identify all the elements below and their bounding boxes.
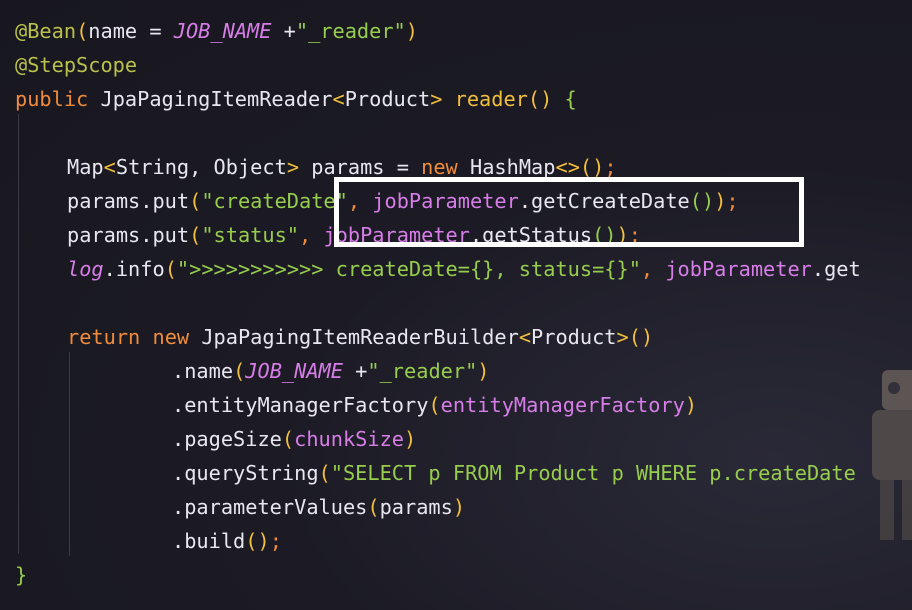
indent-guide [18,114,19,554]
product-type: Product [344,87,431,111]
angle-bracket: > [616,325,629,349]
code-line-2: @StepScope [15,48,137,82]
status-key: "status" [201,223,300,247]
params-put-call: params.put [67,223,190,247]
stepscope-annotation: @StepScope [15,53,138,77]
paren: ( [367,495,380,519]
params-argument: params [379,495,453,519]
builder-type: JpaPagingItemReaderBuilder [201,325,519,349]
paren: ( [233,359,246,383]
semicolon: ; [269,529,282,553]
diamond-operator: <> [555,155,580,179]
code-line-10: return new JpaPagingItemReaderBuilder<Pr… [67,320,653,354]
indent-guide [69,352,70,556]
string-type: String [115,155,190,179]
plus-operator: + [271,19,296,43]
reader-suffix-string: "_reader" [367,359,478,383]
hashmap-type: HashMap [470,155,556,179]
bean-name-arg: name = [88,19,174,43]
paren: () [245,529,270,553]
paren: () [579,155,605,179]
public-keyword: public [15,87,89,111]
paren: ( [76,19,89,43]
query-string-call: .queryString [172,461,319,485]
highlight-box [334,177,804,247]
new-keyword: new [421,155,458,179]
job-parameter-ref: jobParameter [665,257,812,281]
reader-method-name: reader [454,87,528,111]
comma: , [189,155,214,179]
info-call: .info [103,257,165,281]
paren: ) [684,393,698,417]
angle-bracket: < [332,87,345,111]
open-brace: { [564,87,577,111]
parameter-values-call: .parameterValues [172,495,368,519]
code-line-11: .name(JOB_NAME +"_reader") [172,354,490,388]
angle-bracket: > [430,87,443,111]
code-line-16: .build(); [172,524,282,558]
close-brace: } [15,563,28,587]
build-call: .build [172,529,246,553]
new-keyword: new [152,325,190,349]
query-string-literal: "SELECT p FROM Product p WHERE p.createD… [330,461,856,485]
angle-bracket: < [103,155,116,179]
paren: ( [189,223,202,247]
object-type: Object [213,155,287,179]
code-line-13: .pageSize(chunkSize) [172,422,416,456]
paren: ( [281,427,295,451]
paren: ) [405,19,418,43]
get-truncated-call: .get [811,257,861,281]
paren: () [527,87,553,111]
log-variable: log [67,257,104,281]
comma: , [299,223,324,247]
code-line-14: .queryString("SELECT p FROM Product p WH… [172,456,856,490]
semicolon: ; [604,155,617,179]
paren: ( [164,257,177,281]
code-line-15: .parameterValues(params) [172,490,465,524]
code-editor[interactable]: @Bean(name = JOB_NAME +"_reader") @StepS… [0,0,912,610]
params-put-call: params.put [67,189,190,213]
paren: ) [452,495,466,519]
chunk-size-ref: chunkSize [294,427,405,451]
product-type: Product [531,325,617,349]
create-date-key: "createDate" [201,189,348,213]
paren: ) [404,427,417,451]
emf-call: .entityManagerFactory [172,393,429,417]
reader-type: JpaPagingItemReader [100,87,333,111]
reader-suffix-string: "_reader" [295,19,406,43]
code-line-1: @Bean(name = JOB_NAME +"_reader") [15,14,418,48]
map-type: Map [67,155,104,179]
plus-operator: + [342,359,368,383]
name-call: .name [172,359,234,383]
log-message-string: ">>>>>>>>>>> createDate={}, status={}" [176,257,641,281]
code-line-3: public JpaPagingItemReader<Product> read… [15,82,577,116]
bean-annotation: @Bean [15,19,77,43]
paren: ) [477,359,490,383]
angle-bracket: < [518,325,532,349]
comma: , [640,257,666,281]
robot-background-icon [872,370,912,540]
paren: () [628,325,654,349]
paren: ( [428,393,441,417]
page-size-call: .pageSize [172,427,282,451]
return-keyword: return [67,325,141,349]
emf-argument: entityManagerFactory [440,393,685,417]
params-declaration: params = [299,155,422,179]
job-name-constant: JOB_NAME [245,359,343,383]
job-name-constant: JOB_NAME [173,19,272,43]
code-line-8: log.info(">>>>>>>>>>> createDate={}, sta… [67,252,861,286]
code-line-17: } [15,558,27,592]
paren: ( [318,461,331,485]
paren: ( [189,189,202,213]
code-line-12: .entityManagerFactory(entityManagerFacto… [172,388,697,422]
angle-bracket: > [286,155,300,179]
